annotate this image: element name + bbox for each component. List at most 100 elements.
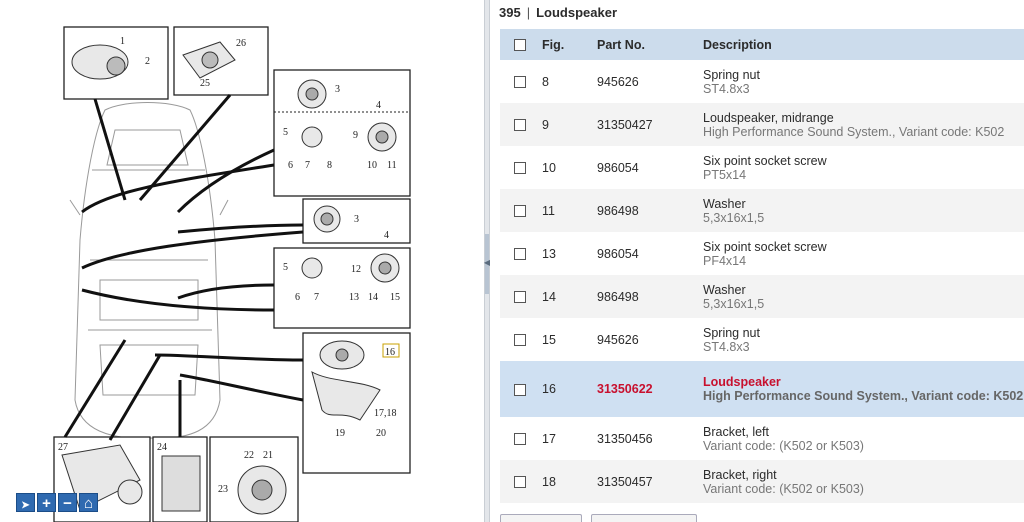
description-detail: ST4.8x3 [703,81,750,96]
row-checkbox-cell [500,417,542,460]
description-title: Loudspeaker [703,375,781,389]
column-header-part-no[interactable]: Part No. [597,29,703,60]
table-row[interactable]: 8 945626 Spring nut ST4.8x3 [500,60,1024,103]
part-number-cell[interactable]: 945626 [597,318,703,361]
exploded-diagram-pane[interactable]: 12 26 25 34 59 678 10 11 34 5 12 67 13 14 15 … [0,0,484,522]
table-row[interactable]: 15 945626 Spring nut ST4.8x3 [500,318,1024,361]
fig-cell: 8 [542,74,549,89]
row-checkbox[interactable] [514,476,526,489]
row-checkbox-cell [500,232,542,275]
svg-text:23: 23 [218,484,228,495]
description-title: Washer [703,196,746,211]
description-title: Bracket, left [703,424,769,439]
description-cell: Spring nut ST4.8x3 [703,318,1024,361]
svg-text:12: 12 [351,264,361,275]
fig-cell: 9 [542,117,549,132]
pointer-tool-button[interactable]: ➤ [16,493,35,512]
part-number-cell[interactable]: 31350457 [597,460,703,503]
column-header-fig[interactable]: Fig. [542,29,597,60]
description-title: Six point socket screw [703,153,827,168]
table-row[interactable]: 13 986054 Six point socket screw PF4x14 [500,232,1024,275]
part-number-cell[interactable]: 945626 [597,60,703,103]
title-separator: | [526,5,531,20]
table-row[interactable]: 14 986498 Washer 5,3x16x1,5 [500,275,1024,318]
svg-text:13: 13 [349,292,359,303]
table-row[interactable]: 18 31350457 Bracket, right Variant code: (K… [500,460,1024,503]
column-header-description[interactable]: Description [703,29,1024,60]
svg-text:7: 7 [305,160,310,171]
bottom-button-1[interactable] [500,514,582,522]
row-checkbox[interactable] [514,162,526,175]
zoom-out-button[interactable]: − [58,493,77,512]
description-cell: Bracket, right Variant code: (K502 or K50… [703,460,1024,503]
row-checkbox-cell [500,146,542,189]
loudspeaker-exploded-diagram: 12 2625 34 59 678 10 11 34 5 12 67 13 14 15 … [53,26,411,522]
description-title: Six point socket screw [703,239,827,254]
svg-text:4: 4 [376,100,381,111]
row-checkbox[interactable] [514,76,526,89]
description-cell: Loudspeaker High Performance Sound System… [703,361,1024,417]
description-cell: Six point socket screw PT5x14 [703,146,1024,189]
description-detail: High Performance Sound System., Variant … [703,389,1024,403]
svg-text:9: 9 [353,130,358,141]
bottom-button-2[interactable] [591,514,697,522]
fig-cell: 16 [542,382,556,396]
fig-cell: 18 [542,474,556,489]
part-number-cell[interactable]: 986498 [597,275,703,318]
row-checkbox[interactable] [514,334,526,347]
select-all-checkbox[interactable] [514,39,526,52]
fig-cell: 10 [542,160,556,175]
fig-cell: 14 [542,289,556,304]
row-checkbox[interactable] [514,291,526,304]
leader-lines [63,94,304,441]
svg-text:19: 19 [335,428,345,439]
description-cell: Washer 5,3x16x1,5 [703,189,1024,232]
row-checkbox[interactable] [514,205,526,218]
part-number-cell[interactable]: 31350456 [597,417,703,460]
table-row[interactable]: 11 986498 Washer 5,3x16x1,5 [500,189,1024,232]
part-number-cell[interactable]: 31350427 [597,103,703,146]
table-row[interactable]: 9 31350427 Loudspeaker, midrange High Perfo… [500,103,1024,146]
row-checkbox-cell [500,60,542,103]
svg-text:10: 10 [367,160,377,171]
description-detail: PF4x14 [703,253,747,268]
part-number-cell[interactable]: 986054 [597,146,703,189]
svg-text:20: 20 [376,428,386,439]
svg-text:15: 15 [390,292,400,303]
home-button[interactable]: ⌂ [79,493,98,512]
fig-cell: 15 [542,332,556,347]
svg-text:11: 11 [387,160,397,171]
table-row[interactable]: 16 31350622 Loudspeaker High Performance So… [500,361,1024,417]
svg-text:8: 8 [327,160,332,171]
part-number-cell[interactable]: 31350622 [597,361,703,417]
svg-text:6: 6 [295,292,300,303]
part-number-cell[interactable]: 986498 [597,189,703,232]
zoom-in-button[interactable]: + [37,493,56,512]
table-row[interactable]: 10 986054 Six point socket screw PT5x14 [500,146,1024,189]
row-checkbox[interactable] [514,383,526,396]
row-checkbox[interactable] [514,119,526,132]
section-name: Loudspeaker [536,5,618,20]
svg-text:21: 21 [263,450,273,461]
svg-text:1: 1 [120,36,125,47]
parts-list-pane: 395 | Loudspeaker Fig. Part No. Descriptio… [490,0,1024,522]
description-title: Loudspeaker, midrange [703,110,834,125]
svg-text:16: 16 [385,347,395,358]
description-cell: Loudspeaker, midrange High Performance So… [703,103,1024,146]
part-number-cell[interactable]: 986054 [597,232,703,275]
svg-text:26: 26 [236,38,246,49]
description-detail: 5,3x16x1,5 [703,296,765,311]
svg-text:14: 14 [368,292,378,303]
select-all-cell [500,29,542,60]
description-cell: Six point socket screw PF4x14 [703,232,1024,275]
row-checkbox-cell [500,275,542,318]
table-row[interactable]: 17 31350456 Bracket, left Variant code: (K5… [500,417,1024,460]
svg-text:6: 6 [288,160,293,171]
row-checkbox[interactable] [514,433,526,446]
fig-cell: 11 [542,203,555,218]
minus-icon: − [63,495,72,512]
diagram-zoom-toolbar: ➤ + − ⌂ [16,493,98,512]
svg-text:24: 24 [157,442,167,453]
plus-icon: + [42,495,51,512]
row-checkbox[interactable] [514,248,526,261]
